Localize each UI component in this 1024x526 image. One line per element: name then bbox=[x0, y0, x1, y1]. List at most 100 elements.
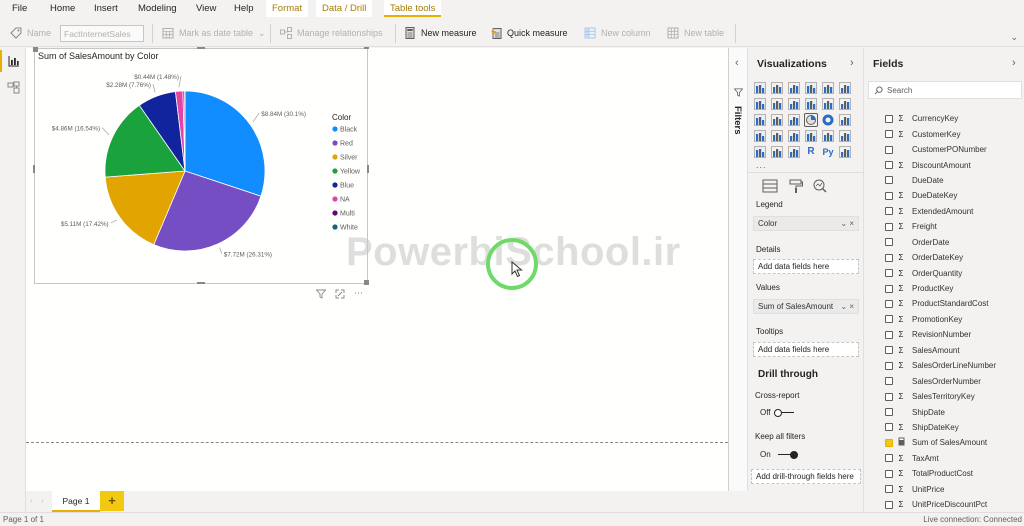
values-well-field[interactable]: Sum of SalesAmount ⌄ × bbox=[753, 299, 859, 314]
field-checkbox[interactable] bbox=[885, 223, 893, 231]
field-item[interactable]: ΣTaxAmt bbox=[885, 451, 996, 466]
funnel-visual-icon[interactable] bbox=[771, 114, 783, 126]
field-checkbox[interactable] bbox=[885, 377, 893, 385]
tab-home[interactable]: Home bbox=[50, 3, 75, 14]
field-checkbox[interactable] bbox=[885, 331, 893, 339]
field-item[interactable]: ΣProductKey bbox=[885, 281, 996, 296]
field-checkbox[interactable] bbox=[885, 161, 893, 169]
tab-file[interactable]: File bbox=[12, 3, 27, 14]
line-clustered-visual-icon[interactable] bbox=[822, 98, 834, 110]
field-item[interactable]: OrderDate bbox=[885, 235, 996, 250]
prev-page-icon[interactable]: ‹ bbox=[30, 496, 33, 505]
field-item[interactable]: ΣExtendedAmount bbox=[885, 204, 996, 219]
toggle-switch[interactable] bbox=[778, 451, 798, 459]
field-item[interactable]: ΣSalesAmount bbox=[885, 343, 996, 358]
field-item[interactable]: DueDate bbox=[885, 173, 996, 188]
field-checkbox[interactable] bbox=[885, 362, 893, 370]
tab-insert[interactable]: Insert bbox=[94, 3, 118, 14]
table-name-input[interactable] bbox=[60, 25, 144, 42]
field-item[interactable]: ΣUnitPrice bbox=[885, 482, 996, 497]
model-view-button[interactable] bbox=[0, 76, 26, 98]
field-item[interactable]: ΣRevisionNumber bbox=[885, 327, 996, 342]
kpi-visual-icon[interactable] bbox=[839, 130, 851, 142]
stacked-area-visual-icon[interactable] bbox=[788, 98, 800, 110]
area-visual-icon[interactable] bbox=[771, 98, 783, 110]
clustered-column-visual-icon[interactable] bbox=[805, 82, 817, 94]
line-column-visual-icon[interactable] bbox=[805, 98, 817, 110]
pie-chart-visual[interactable]: Sum of SalesAmount by Color $8.84M (30.1… bbox=[34, 48, 368, 284]
legend-item[interactable]: Yellow bbox=[340, 169, 361, 176]
tab-help[interactable]: Help bbox=[234, 3, 254, 14]
field-item[interactable]: ΣTotalProductCost bbox=[885, 466, 996, 481]
field-item[interactable]: ΣOrderDateKey bbox=[885, 250, 996, 265]
field-checkbox[interactable] bbox=[885, 454, 893, 462]
tooltips-drop-zone[interactable]: Add data fields here bbox=[753, 342, 859, 357]
field-checkbox[interactable] bbox=[885, 130, 893, 138]
filters-pane-collapsed[interactable]: ‹ Filters bbox=[728, 48, 748, 491]
100-column-visual-icon[interactable] bbox=[839, 82, 851, 94]
analytics-magnifier-icon[interactable] bbox=[812, 179, 828, 193]
format-paint-roller-icon[interactable] bbox=[788, 179, 804, 193]
field-item[interactable]: CustomerPONumber bbox=[885, 142, 996, 157]
field-checkbox[interactable] bbox=[885, 192, 893, 200]
toggle-switch[interactable] bbox=[774, 409, 794, 417]
add-page-button[interactable]: + bbox=[100, 491, 124, 511]
tab-modeling[interactable]: Modeling bbox=[138, 3, 177, 14]
100-bar-visual-icon[interactable] bbox=[822, 82, 834, 94]
field-item[interactable]: ΣFreight bbox=[885, 219, 996, 234]
field-item[interactable]: ΣSalesTerritoryKey bbox=[885, 389, 996, 404]
more-options-icon[interactable]: ⋯ bbox=[354, 288, 363, 299]
field-item[interactable]: ΣUnitPriceDiscountPct bbox=[885, 497, 996, 512]
details-drop-zone[interactable]: Add data fields here bbox=[753, 259, 859, 274]
gauge-visual-icon[interactable] bbox=[788, 130, 800, 142]
chevron-right-icon[interactable]: › bbox=[1012, 57, 1016, 69]
field-checkbox[interactable] bbox=[885, 485, 893, 493]
slicer-visual-icon[interactable] bbox=[754, 146, 766, 158]
field-checkbox[interactable] bbox=[885, 207, 893, 215]
next-page-icon[interactable]: › bbox=[41, 496, 44, 505]
field-item[interactable]: ΣPromotionKey bbox=[885, 312, 996, 327]
page-tab-page-1[interactable]: Page 1 bbox=[52, 491, 100, 512]
map-visual-icon[interactable] bbox=[754, 130, 766, 142]
legend-item[interactable]: Red bbox=[340, 141, 353, 148]
field-checkbox[interactable] bbox=[885, 285, 893, 293]
field-checkbox[interactable] bbox=[885, 269, 893, 277]
treemap-visual-icon[interactable] bbox=[839, 114, 851, 126]
donut-visual-icon[interactable] bbox=[822, 114, 834, 126]
report-view-button[interactable] bbox=[0, 50, 26, 72]
field-checkbox[interactable] bbox=[885, 146, 893, 154]
field-item[interactable]: ΣDiscountAmount bbox=[885, 157, 996, 172]
report-canvas[interactable]: Sum of SalesAmount by Color $8.84M (30.1… bbox=[26, 48, 728, 491]
focus-mode-icon[interactable] bbox=[335, 289, 345, 299]
field-checkbox[interactable] bbox=[885, 346, 893, 354]
field-item[interactable]: ΣCurrencyKey bbox=[885, 111, 996, 126]
clustered-bar-visual-icon[interactable] bbox=[788, 82, 800, 94]
field-checkbox[interactable] bbox=[885, 439, 893, 447]
field-checkbox[interactable] bbox=[885, 115, 893, 123]
field-item[interactable]: ΣDueDateKey bbox=[885, 188, 996, 203]
legend-well-field[interactable]: Color ⌄ × bbox=[753, 216, 859, 231]
keep-all-filters-toggle[interactable]: On bbox=[760, 450, 798, 459]
decomposition-tree-visual-icon[interactable] bbox=[839, 146, 851, 158]
chevron-left-icon[interactable]: ‹ bbox=[735, 57, 739, 69]
multi-row-card-visual-icon[interactable] bbox=[822, 130, 834, 142]
new-column-button[interactable]: New column bbox=[584, 27, 651, 39]
tab-data-drill[interactable]: Data / Drill bbox=[316, 0, 372, 17]
tab-view[interactable]: View bbox=[196, 3, 216, 14]
collapse-ribbon-icon[interactable]: ⌄ bbox=[1010, 32, 1018, 43]
table-visual-icon[interactable] bbox=[771, 146, 783, 158]
legend-item[interactable]: Blue bbox=[340, 183, 354, 190]
field-checkbox[interactable] bbox=[885, 254, 893, 262]
cross-report-toggle[interactable]: Off bbox=[760, 408, 794, 417]
matrix-visual-icon[interactable] bbox=[788, 146, 800, 158]
field-item[interactable]: SalesOrderNumber bbox=[885, 373, 996, 388]
field-checkbox[interactable] bbox=[885, 393, 893, 401]
field-checkbox[interactable] bbox=[885, 176, 893, 184]
field-item[interactable]: ΣOrderQuantity bbox=[885, 265, 996, 280]
tab-format[interactable]: Format bbox=[266, 0, 308, 17]
mark-as-date-table-button[interactable]: Mark as date table ⌄ bbox=[162, 27, 266, 39]
field-item[interactable]: ShipDate bbox=[885, 404, 996, 419]
field-checkbox[interactable] bbox=[885, 423, 893, 431]
legend-item[interactable]: NA bbox=[340, 197, 350, 204]
more-visuals-icon[interactable]: ... bbox=[756, 160, 767, 170]
